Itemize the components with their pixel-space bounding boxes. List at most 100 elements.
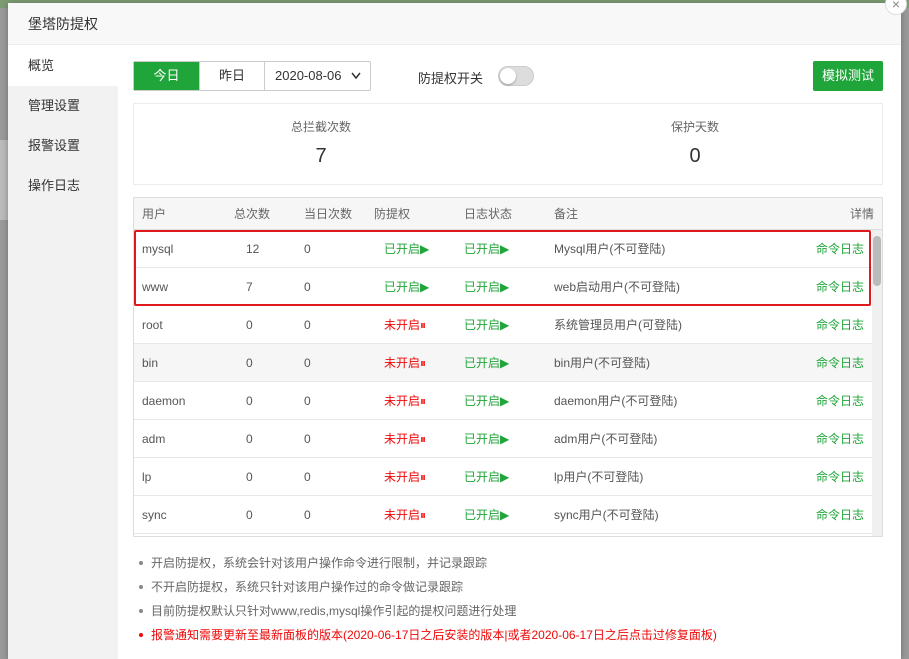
- cell-today: 0: [304, 241, 311, 256]
- date-select[interactable]: 2020-08-06: [264, 62, 370, 90]
- log-toggle[interactable]: 已开启▶: [464, 430, 554, 447]
- cell-user: root: [142, 317, 163, 332]
- cell-total: 7: [246, 279, 253, 294]
- nav-item-oplog[interactable]: 操作日志: [8, 166, 118, 206]
- table-row: adm 0 0 未开启⏸ 已开启▶ adm用户(不可登陆) 命令日志: [134, 420, 882, 458]
- header-detail: 详情: [849, 207, 874, 221]
- date-value: 2020-08-06: [275, 68, 342, 83]
- stat-blocked-label: 总拦截次数: [290, 120, 351, 134]
- header-protect: 防提权: [374, 207, 411, 221]
- notes-list: 开启防提权，系统会针对该用户操作命令进行限制，并记录跟踪 不开启防提权，系统只针…: [139, 551, 879, 647]
- cell-user: www: [142, 279, 168, 294]
- cell-today: 0: [304, 355, 311, 370]
- table-row: daemon 0 0 未开启⏸ 已开启▶ daemon用户(不可登陆) 命令日志: [134, 382, 882, 420]
- protect-toggle[interactable]: 未开启⏸: [374, 430, 464, 447]
- toggle-knob: [500, 68, 516, 84]
- chevron-down-icon: [350, 62, 362, 101]
- cell-note: 系统管理员用户(可登陆): [554, 318, 682, 332]
- cell-today: 0: [304, 469, 311, 484]
- stat-blocked: 总拦截次数 7: [134, 104, 508, 184]
- cell-total: 0: [246, 355, 253, 370]
- date-segment: 今日 昨日 2020-08-06: [133, 61, 371, 91]
- switch-label: 防提权开关: [418, 71, 484, 86]
- protect-toggle[interactable]: 未开启⏸: [374, 392, 464, 409]
- header-note: 备注: [554, 207, 579, 221]
- cell-note: bin用户(不可登陆): [554, 356, 651, 370]
- table-row: bin 0 0 未开启⏸ 已开启▶ bin用户(不可登陆) 命令日志: [134, 344, 882, 382]
- command-log-link[interactable]: 命令日志: [794, 468, 882, 485]
- stat-days-value: 0: [689, 145, 701, 167]
- today-button[interactable]: 今日: [134, 62, 199, 90]
- log-toggle[interactable]: 已开启▶: [464, 392, 554, 409]
- protect-toggle[interactable]: 未开启⏸: [374, 354, 464, 371]
- yesterday-button[interactable]: 昨日: [199, 62, 264, 90]
- cell-today: 0: [304, 507, 311, 522]
- cell-total: 0: [246, 317, 253, 332]
- cell-note: adm用户(不可登陆): [554, 432, 658, 446]
- stat-days: 保护天数 0: [508, 104, 882, 184]
- cell-total: 0: [246, 469, 253, 484]
- table-row: sync 0 0 未开启⏸ 已开启▶ sync用户(不可登陆) 命令日志: [134, 496, 882, 534]
- command-log-link[interactable]: 命令日志: [794, 430, 882, 447]
- cell-user: sync: [142, 507, 167, 522]
- table-row: mysql 12 0 已开启▶ 已开启▶ Mysql用户(不可登陆) 命令日志: [134, 230, 882, 268]
- log-toggle[interactable]: 已开启▶: [464, 278, 554, 295]
- cell-total: 0: [246, 507, 253, 522]
- cell-note: web启动用户(不可登陆): [554, 280, 681, 294]
- table-row: lp 0 0 未开启⏸ 已开启▶ lp用户(不可登陆) 命令日志: [134, 458, 882, 496]
- anti-privilege-dialog: 堡塔防提权 × 概览 管理设置 报警设置 操作日志 今日 昨日 2020-08-…: [8, 0, 907, 659]
- cell-user: adm: [142, 431, 166, 446]
- protect-toggle[interactable]: 未开启⏸: [374, 316, 464, 333]
- protect-toggle[interactable]: 未开启⏸: [374, 468, 464, 485]
- cell-note: daemon用户(不可登陆): [554, 394, 678, 408]
- cell-user: bin: [142, 355, 159, 370]
- table-row: www 7 0 已开启▶ 已开启▶ web启动用户(不可登陆) 命令日志: [134, 268, 882, 306]
- cell-user: daemon: [142, 393, 186, 408]
- simulate-test-button[interactable]: 模拟测试: [813, 61, 883, 91]
- cell-total: 12: [246, 241, 260, 256]
- log-toggle[interactable]: 已开启▶: [464, 354, 554, 371]
- cell-note: sync用户(不可登陆): [554, 508, 659, 522]
- cell-today: 0: [304, 317, 311, 332]
- command-log-link[interactable]: 命令日志: [794, 278, 882, 295]
- cell-note: lp用户(不可登陆): [554, 470, 644, 484]
- protect-toggle[interactable]: 已开启▶: [374, 278, 464, 295]
- user-table: 用户 总次数 当日次数 防提权 日志状态 备注 详情 mysql 12 0 已开…: [133, 197, 883, 537]
- header-today: 当日次数: [304, 207, 353, 221]
- log-toggle[interactable]: 已开启▶: [464, 240, 554, 257]
- cell-today: 0: [304, 279, 311, 294]
- stat-days-label: 保护天数: [670, 120, 719, 134]
- nav-item-alerts[interactable]: 报警设置: [8, 126, 118, 166]
- main-content: 今日 昨日 2020-08-06 防提权开关 模拟测试 总拦截次数 7 保护天数…: [133, 61, 883, 642]
- command-log-link[interactable]: 命令日志: [794, 354, 882, 371]
- left-nav: 概览 管理设置 报警设置 操作日志: [8, 46, 118, 659]
- command-log-link[interactable]: 命令日志: [794, 392, 882, 409]
- anti-privilege-toggle[interactable]: [498, 66, 534, 86]
- cell-user: mysql: [142, 241, 174, 256]
- command-log-link[interactable]: 命令日志: [794, 316, 882, 333]
- table-header: 用户 总次数 当日次数 防提权 日志状态 备注 详情: [134, 198, 882, 230]
- cell-today: 0: [304, 393, 311, 408]
- cell-total: 0: [246, 431, 253, 446]
- nav-item-settings[interactable]: 管理设置: [8, 86, 118, 126]
- note-item: 不开启防提权，系统只针对该用户操作过的命令做记录跟踪: [139, 575, 879, 599]
- protect-toggle[interactable]: 未开启⏸: [374, 506, 464, 523]
- scrollbar-thumb[interactable]: [873, 236, 881, 286]
- log-toggle[interactable]: 已开启▶: [464, 316, 554, 333]
- note-item-warning: 报警通知需要更新至最新面板的版本(2020-06-17日之后安装的版本|或者20…: [139, 623, 879, 647]
- nav-item-overview[interactable]: 概览: [8, 46, 118, 86]
- note-item: 目前防提权默认只针对www,redis,mysql操作引起的提权问题进行处理: [139, 599, 879, 623]
- log-toggle[interactable]: 已开启▶: [464, 468, 554, 485]
- dialog-title: 堡塔防提权: [8, 3, 901, 45]
- table-scrollbar[interactable]: [872, 230, 882, 536]
- backdrop-side: [0, 140, 8, 220]
- protect-toggle[interactable]: 已开启▶: [374, 240, 464, 257]
- toolbar: 今日 昨日 2020-08-06 防提权开关 模拟测试: [133, 61, 883, 91]
- cell-total: 0: [246, 393, 253, 408]
- command-log-link[interactable]: 命令日志: [794, 506, 882, 523]
- header-log: 日志状态: [464, 207, 513, 221]
- command-log-link[interactable]: 命令日志: [794, 240, 882, 257]
- cell-note: Mysql用户(不可登陆): [554, 242, 666, 256]
- log-toggle[interactable]: 已开启▶: [464, 506, 554, 523]
- stat-blocked-value: 7: [315, 145, 327, 167]
